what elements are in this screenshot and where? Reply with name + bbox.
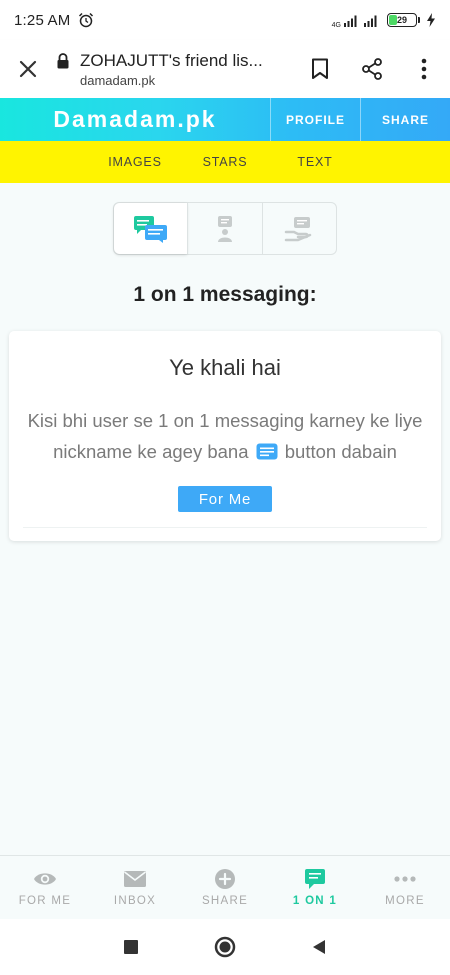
main-content: 1 on 1 messaging: Ye khali hai Kisi bhi … — [0, 183, 450, 855]
battery-tip — [418, 17, 420, 23]
tab-label: MORE — [385, 895, 425, 907]
tab-label: 1 ON 1 — [292, 895, 338, 907]
envelope-icon — [124, 871, 146, 887]
site-logo[interactable]: Damadam.pk — [0, 98, 270, 141]
card-divider — [23, 527, 427, 528]
network-type: 4G — [331, 21, 341, 29]
battery-percentage: 29 — [396, 15, 407, 25]
status-bar: 1:25 AM 4G 29 — [0, 0, 450, 40]
profile-button[interactable]: PROFILE — [270, 98, 360, 141]
eye-icon — [34, 873, 56, 885]
url-title-row: ZOHAJUTT's friend lis... — [56, 51, 294, 71]
status-time: 1:25 AM — [14, 11, 71, 29]
battery-level-fill — [389, 15, 398, 25]
close-tab-button[interactable] — [0, 40, 56, 98]
tab-label: FOR ME — [18, 895, 72, 907]
close-icon — [19, 60, 37, 78]
hand-message-icon — [285, 216, 312, 241]
browser-menu-button[interactable] — [398, 40, 450, 98]
tab-for-me[interactable]: FOR ME — [0, 856, 90, 919]
sub-nav-stars[interactable]: STARS — [180, 155, 270, 169]
tab-more[interactable]: MORE — [360, 856, 450, 919]
tab-inbox[interactable]: INBOX — [90, 856, 180, 919]
share-button[interactable]: SHARE — [360, 98, 450, 141]
battery-icon: 29 — [387, 13, 417, 27]
recent-apps-button[interactable] — [84, 919, 178, 975]
plus-circle-icon — [215, 869, 235, 889]
more-horiz-icon — [394, 876, 416, 882]
back-button[interactable] — [272, 919, 366, 975]
sub-nav: IMAGES STARS TEXT — [0, 141, 450, 183]
bookmark-button[interactable] — [294, 40, 346, 98]
share-icon — [362, 58, 382, 80]
url-display[interactable]: ZOHAJUTT's friend lis... damadam.pk — [56, 51, 294, 88]
signal-icon — [344, 15, 357, 27]
section-heading: 1 on 1 messaging: — [133, 283, 317, 306]
home-button[interactable] — [178, 919, 272, 975]
message-icon — [305, 869, 325, 889]
empty-state-card: Ye khali hai Kisi bhi user se 1 on 1 mes… — [9, 331, 441, 541]
back-triangle-icon — [313, 940, 325, 954]
mic-user-icon — [217, 215, 232, 242]
segment-public[interactable] — [187, 203, 261, 254]
empty-state-title: Ye khali hai — [169, 355, 281, 380]
segment-one-on-one[interactable] — [114, 203, 188, 254]
alarm-icon — [79, 12, 94, 28]
bookmark-icon — [312, 58, 328, 79]
bottom-tab-bar: FOR ME INBOX SHARE 1 ON 1 MORE — [0, 855, 450, 919]
tab-one-on-one[interactable]: 1 ON 1 — [270, 856, 360, 919]
square-icon — [124, 940, 138, 954]
page-title: ZOHAJUTT's friend lis... — [80, 50, 263, 70]
home-circle-icon — [214, 936, 236, 958]
share-page-button[interactable] — [346, 40, 398, 98]
chat-bubbles-icon — [133, 215, 167, 243]
system-navigation-bar — [0, 919, 450, 975]
charging-bolt-icon — [427, 13, 435, 27]
message-icon — [256, 443, 278, 460]
for-me-button[interactable]: For Me — [178, 486, 272, 512]
status-indicators: 4G 29 — [332, 12, 436, 29]
lock-icon — [57, 52, 69, 68]
page-domain: damadam.pk — [80, 72, 156, 88]
tab-share[interactable]: SHARE — [180, 856, 270, 919]
sub-nav-images[interactable]: IMAGES — [90, 155, 180, 169]
browser-toolbar: ZOHAJUTT's friend lis... damadam.pk — [0, 40, 450, 98]
description-text-2: button dabain — [284, 441, 397, 462]
more-vert-icon — [421, 58, 427, 80]
empty-state-description: Kisi bhi user se 1 on 1 messaging karney… — [23, 405, 427, 467]
message-type-selector — [113, 202, 337, 255]
tab-label: SHARE — [201, 895, 249, 907]
tab-label: INBOX — [113, 895, 157, 907]
signal-icon — [364, 15, 377, 27]
sub-nav-text[interactable]: TEXT — [270, 155, 360, 169]
site-header: Damadam.pk PROFILE SHARE — [0, 98, 450, 141]
segment-requests[interactable] — [261, 203, 336, 254]
